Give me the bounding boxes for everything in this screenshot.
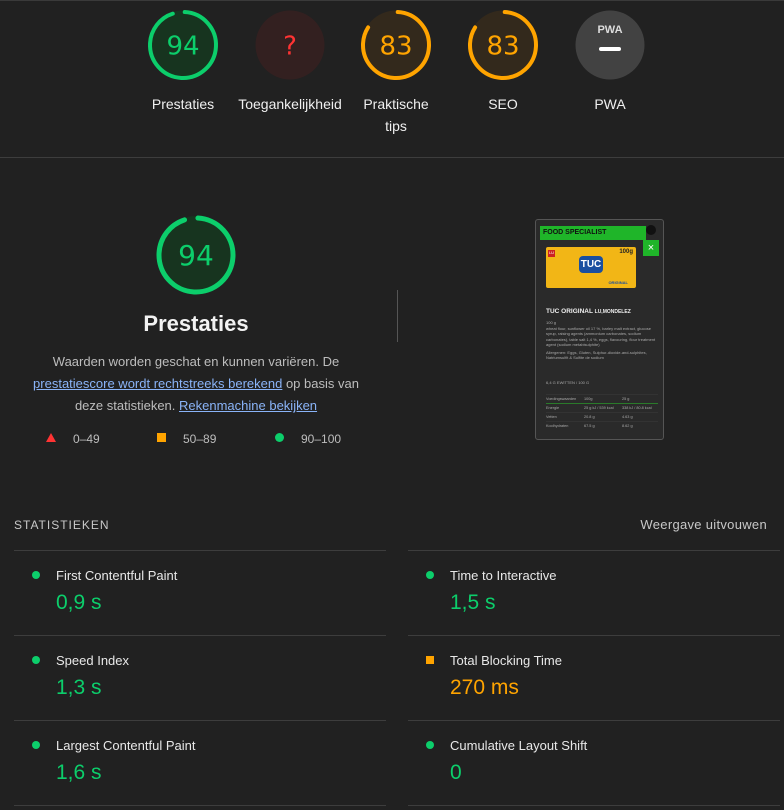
score-calculation-link[interactable]: prestatiescore wordt rechtstreeks bereke… (33, 376, 282, 391)
nutrition-row: Voedingswaarden 100g 25 g (546, 394, 658, 403)
gauge-score: 83 (379, 31, 412, 61)
metric-value: 1,5 s (450, 591, 496, 614)
stats-heading: STATISTIEKEN (14, 518, 110, 532)
banner: FOOD SPECIALIST (540, 226, 646, 240)
nutrition-cell: 67.5 g (584, 424, 595, 428)
metric-name: Largest Contentful Paint (56, 738, 196, 753)
pass-status-icon (32, 571, 40, 579)
gauge-circle: 94 (148, 9, 218, 80)
nutrition-cell: 20.8 g (584, 415, 595, 419)
gauge-pwa[interactable]: PWA PWA (555, 8, 665, 115)
gauge-label: PWA (594, 96, 626, 112)
performance-description: Waarden worden geschat en kunnen variëre… (21, 351, 371, 417)
legend-average: 50–89 (183, 432, 217, 446)
points: 6,4 G EWITTEN / 100 G (546, 380, 590, 385)
vertical-divider (397, 290, 398, 342)
gauge-seo[interactable]: 83 SEO (448, 8, 558, 115)
metric-name: Cumulative Layout Shift (450, 738, 588, 753)
stats-bottom-divider (408, 805, 780, 810)
metric-value: 0,9 s (56, 591, 102, 614)
product-name: TUC ORIGINAL (546, 308, 593, 315)
nutrition-cell: Energie (546, 406, 560, 410)
pass-status-icon (32, 741, 40, 749)
average-square-icon (157, 433, 166, 442)
gauge-score: 94 (178, 239, 214, 272)
gauge-label: Prestaties (151, 96, 215, 112)
allergens: Allergenen: Eggs, Gluten, Sulphur-dioxid… (546, 349, 647, 361)
performance-title: Prestaties (143, 311, 249, 336)
desc-text: Waarden worden geschat en kunnen variëre… (52, 354, 340, 369)
metric-value: 270 ms (450, 676, 519, 699)
metric-value: 0 (450, 761, 462, 784)
gauge-prestaties[interactable]: 94 Prestaties (128, 8, 238, 115)
gauge-label: Praktische tips (363, 96, 429, 134)
gauge-score: 83 (486, 31, 519, 61)
legend-fail: 0–49 (73, 432, 100, 446)
metric-value: 1,3 s (56, 676, 102, 699)
pass-circle-icon (275, 433, 284, 442)
metric-name: Time to Interactive (450, 568, 557, 583)
pwa-badge-icon: PWA (597, 24, 622, 36)
nutrition-cell: 8.62 g (622, 424, 633, 428)
pwa-dash-icon (599, 47, 621, 51)
gauge-circle: PWA (575, 10, 645, 80)
gauge-circle: 83 (361, 9, 431, 80)
gauge-score: 94 (166, 31, 199, 61)
page-screenshot-thumbnail[interactable]: FOOD SPECIALIST × LU TUC 100g ORIGINAL T… (535, 219, 664, 440)
nutrition-cell: 4.63 g (622, 415, 633, 419)
pass-status-icon (426, 571, 434, 579)
gauge-praktische-tips[interactable]: 83 Praktische tips (341, 8, 451, 137)
nutrition-cell: Voedingswaarden (546, 397, 577, 401)
average-status-icon (426, 656, 434, 664)
product-image: LU TUC 100g ORIGINAL (546, 247, 636, 288)
gauge-label: Toegankelijkheid (238, 96, 342, 112)
gauge-bg (575, 10, 645, 80)
brand: LU,MONDELEZ (594, 309, 631, 315)
metric-name: Speed Index (56, 653, 130, 668)
pass-status-icon (426, 741, 434, 749)
nutrition-table: Voedingswaarden 100g 25 g Energie 25 g kJ / … (546, 394, 658, 430)
nutrition-row: Vetten 20.8 g 4.63 g (546, 412, 658, 421)
legend-pass: 90–100 (301, 432, 342, 446)
apple-icon (646, 225, 656, 235)
gauge-label: SEO (488, 96, 518, 112)
nutrition-cell: Vetten (546, 415, 557, 419)
gauge-circle: 83 (468, 9, 538, 80)
tuc-logo: TUC (579, 256, 603, 273)
metric-name: First Contentful Paint (56, 568, 178, 583)
metric-name: Total Blocking Time (450, 653, 562, 668)
top-divider (0, 0, 784, 1)
pass-status-icon (32, 656, 40, 664)
metric-cumulative-layout-shift: Cumulative Layout Shift 0 (408, 720, 780, 805)
category-gauges: 94 Prestaties? Toegankelijkheid 83 Praktisch… (0, 8, 784, 158)
gauge-circle: ? (255, 10, 325, 80)
calculator-link[interactable]: Rekenmachine bekijken (179, 398, 317, 413)
performance-summary: 94 Prestaties Waarden worden geschat en … (0, 214, 392, 417)
pack-sub: ORIGINAL (608, 280, 628, 285)
metric-value: 1,6 s (56, 761, 102, 784)
expand-view-button[interactable]: Weergave uitvouwen (640, 517, 767, 532)
metric-speed-index: Speed Index 1,3 s (14, 635, 386, 720)
nutrition-cell: Koolhydraten (546, 424, 569, 428)
ingredients: wheat flour, sunflower oil 17 %, barley … (546, 325, 656, 348)
performance-gauge: 94 (156, 215, 236, 295)
lu-logo: LU (548, 250, 555, 257)
nutrition-cell: 25 g kJ / 539 kcal (584, 406, 614, 410)
nutrition-row: Koolhydraten 67.5 g 8.62 g (546, 421, 658, 430)
pack-size: 100g (619, 249, 633, 255)
nutrition-cell: 25 g (622, 397, 630, 401)
metric-largest-contentful-paint: Largest Contentful Paint 1,6 s (14, 720, 386, 805)
gauge-score: ? (283, 31, 297, 61)
stats-bottom-divider (14, 805, 386, 810)
nutrition-cell: 100g (584, 397, 593, 401)
metric-first-contentful-paint: First Contentful Paint 0,9 s (14, 550, 386, 635)
gauge-toegankelijkheid[interactable]: ? Toegankelijkheid (235, 8, 345, 115)
fail-triangle-icon (46, 433, 56, 442)
metric-total-blocking-time: Total Blocking Time 270 ms (408, 635, 780, 720)
metric-time-to-interactive: Time to Interactive 1,5 s (408, 550, 780, 635)
nutrition-row: Energie 25 g kJ / 539 kcal 338 kJ / 80.8 k… (546, 403, 658, 412)
close-icon[interactable]: × (643, 240, 659, 256)
nutrition-cell: 338 kJ / 80.8 kcal (622, 406, 652, 410)
